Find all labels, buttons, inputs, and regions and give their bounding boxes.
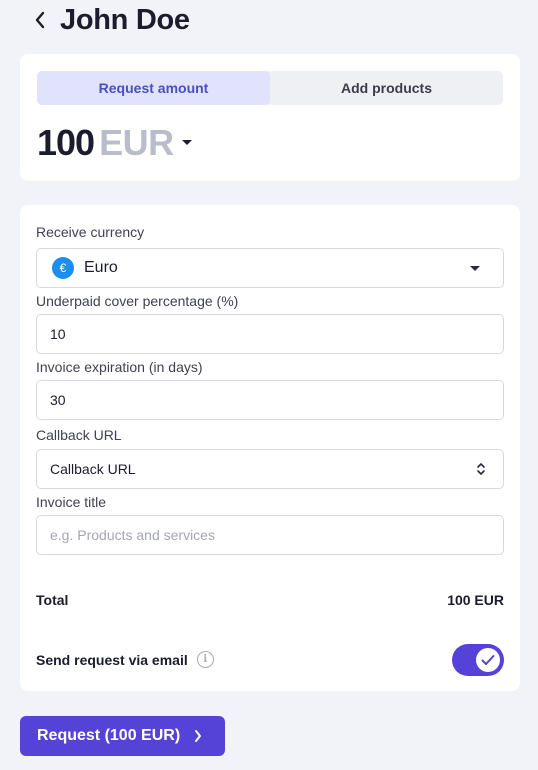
invoice-title-field bbox=[36, 515, 504, 555]
send-email-toggle[interactable] bbox=[452, 644, 504, 676]
back-button[interactable] bbox=[30, 4, 50, 36]
receive-currency-value: Euro bbox=[84, 259, 118, 276]
request-submit-button[interactable]: Request (100 EUR) bbox=[20, 716, 225, 756]
send-email-row: Send request via email i bbox=[36, 651, 214, 668]
invoice-expiration-input[interactable] bbox=[50, 392, 490, 408]
callback-url-value: Callback URL bbox=[50, 461, 136, 477]
invoice-expiration-label: Invoice expiration (in days) bbox=[36, 359, 203, 375]
info-icon[interactable]: i bbox=[196, 651, 214, 668]
page-title: John Doe bbox=[60, 3, 190, 36]
send-email-label: Send request via email bbox=[36, 651, 188, 668]
request-submit-label: Request (100 EUR) bbox=[37, 727, 181, 744]
tab-add-products[interactable]: Add products bbox=[270, 71, 503, 105]
chevron-right-icon bbox=[194, 729, 202, 743]
receive-currency-label: Receive currency bbox=[36, 224, 145, 240]
callback-url-select[interactable]: Callback URL bbox=[36, 449, 504, 489]
page-header: John Doe bbox=[30, 2, 190, 38]
amount-currency[interactable]: EUR bbox=[99, 122, 174, 164]
callback-url-label: Callback URL bbox=[36, 427, 122, 443]
tab-request-amount[interactable]: Request amount bbox=[37, 71, 270, 105]
underpaid-cover-field bbox=[36, 314, 504, 354]
euro-icon: € bbox=[52, 257, 74, 279]
amount-mode-tabs: Request amount Add products bbox=[37, 71, 503, 105]
checkmark-icon bbox=[481, 655, 495, 665]
amount-value[interactable]: 100 bbox=[37, 122, 95, 164]
chevron-up-down-icon bbox=[477, 463, 485, 475]
chevron-left-icon bbox=[35, 11, 45, 29]
underpaid-cover-label: Underpaid cover percentage (%) bbox=[36, 293, 239, 309]
invoice-expiration-field bbox=[36, 380, 504, 420]
amount-card: Request amount Add products 100 EUR bbox=[20, 54, 520, 181]
total-value: 100 EUR bbox=[447, 592, 504, 608]
caret-down-icon[interactable] bbox=[181, 140, 192, 145]
caret-down-icon bbox=[470, 265, 480, 271]
total-label: Total bbox=[36, 592, 69, 608]
amount-display: 100 EUR bbox=[37, 122, 192, 164]
underpaid-cover-input[interactable] bbox=[50, 326, 490, 342]
invoice-settings-card: Receive currency € Euro Underpaid cover … bbox=[20, 205, 520, 691]
receive-currency-select[interactable]: € Euro bbox=[36, 248, 504, 288]
invoice-title-input[interactable] bbox=[50, 527, 490, 543]
toggle-knob bbox=[476, 648, 500, 672]
invoice-title-label: Invoice title bbox=[36, 494, 107, 510]
